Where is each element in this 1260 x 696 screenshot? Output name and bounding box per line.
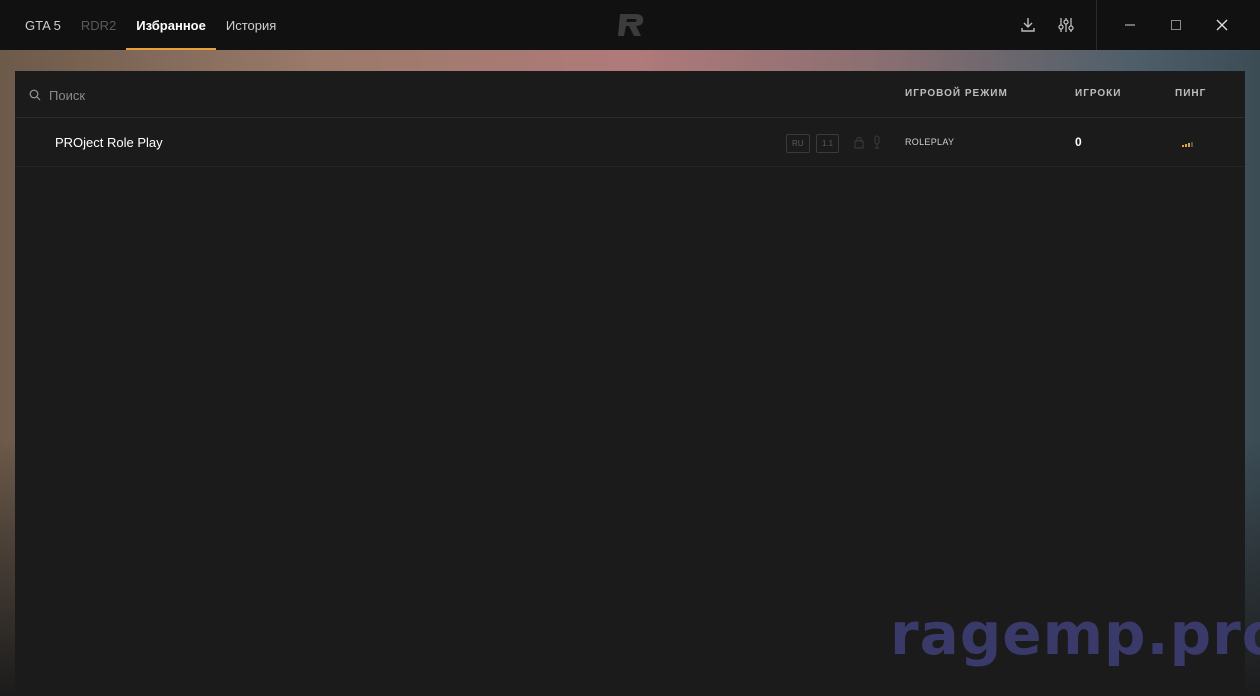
search-input[interactable]	[47, 86, 411, 104]
search-box	[29, 85, 429, 105]
server-mode: ROLEPLAY	[905, 137, 955, 147]
server-name: PROject Role Play	[55, 135, 163, 150]
column-header-ping[interactable]: ПИНГ	[1175, 88, 1206, 99]
minimize-icon	[1125, 24, 1135, 26]
language-tag: RU	[786, 134, 810, 153]
watermark-text: ragemp.pro	[890, 600, 1260, 668]
window-controls-divider	[1096, 0, 1097, 50]
tab-favorites[interactable]: Избранное	[126, 0, 216, 50]
tab-history[interactable]: История	[216, 0, 286, 50]
close-button[interactable]	[1199, 0, 1245, 50]
column-header-mode[interactable]: ИГРОВОЙ РЕЖИМ	[905, 88, 1008, 99]
server-list-header: ИГРОВОЙ РЕЖИМ ИГРОКИ ПИНГ	[15, 71, 1245, 118]
maximize-icon	[1171, 20, 1181, 30]
top-bar: GTA 5 RDR2 Избранное История	[0, 0, 1260, 50]
window-controls	[1107, 0, 1245, 50]
rage-r-logo-icon	[618, 14, 644, 36]
close-icon	[1216, 19, 1228, 31]
minimize-button[interactable]	[1107, 0, 1153, 50]
maximize-button[interactable]	[1153, 0, 1199, 50]
tab-rdr2[interactable]: RDR2	[71, 0, 126, 50]
server-row[interactable]: PROject Role Play RU 1.1 ROLEPLAY 0	[15, 119, 1245, 167]
sliders-icon[interactable]	[1056, 15, 1076, 35]
game-tabs: GTA 5 RDR2 Избранное История	[15, 0, 286, 50]
version-tag: 1.1	[816, 134, 840, 153]
microphone-icon	[874, 135, 880, 149]
lock-icon	[854, 137, 864, 149]
ping-signal-icon	[1182, 142, 1193, 147]
server-players: 0	[1075, 135, 1082, 149]
tab-gta5[interactable]: GTA 5	[15, 0, 71, 50]
search-icon	[29, 89, 41, 101]
download-icon[interactable]	[1018, 15, 1038, 35]
column-header-players[interactable]: ИГРОКИ	[1075, 88, 1121, 99]
